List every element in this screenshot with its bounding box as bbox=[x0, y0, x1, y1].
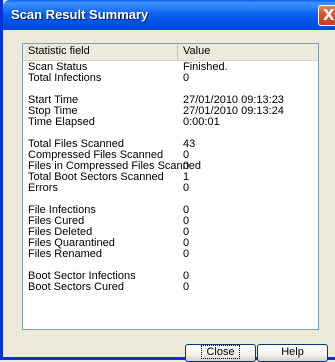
statistic-value: 0 bbox=[183, 72, 190, 84]
table-row[interactable]: Time Elapsed 0:00:01 bbox=[23, 117, 318, 128]
statistic-value: 0 bbox=[183, 281, 190, 293]
window-title: Scan Result Summary bbox=[11, 7, 149, 22]
statistic-value: 0:00:01 bbox=[183, 116, 220, 128]
statistic-field: Total Infections bbox=[28, 72, 102, 84]
statistic-field: Time Elapsed bbox=[28, 116, 95, 128]
statistic-field: Boot Sectors Cured bbox=[28, 281, 124, 293]
help-button[interactable]: Help bbox=[257, 344, 328, 362]
close-icon: X bbox=[323, 6, 335, 24]
table-row[interactable]: Files Renamed 0 bbox=[23, 249, 318, 260]
list-header: Statistic field Value bbox=[23, 44, 318, 61]
title-bar[interactable]: Scan Result Summary X bbox=[3, 0, 335, 30]
statistic-value: Finished. bbox=[183, 61, 228, 73]
window-close-button[interactable]: X bbox=[318, 5, 335, 26]
table-row[interactable]: Total Infections 0 bbox=[23, 73, 318, 84]
close-button[interactable]: Close bbox=[185, 344, 256, 362]
statistic-value: 0 bbox=[183, 248, 190, 260]
statistics-list[interactable]: Statistic field Value Scan Status Finishe… bbox=[22, 43, 319, 330]
column-header-value[interactable]: Value bbox=[178, 44, 318, 60]
statistic-field: Errors bbox=[28, 182, 58, 194]
statistic-value: 0 bbox=[183, 182, 190, 194]
statistic-field: Files Renamed bbox=[28, 248, 102, 260]
column-header-statistic[interactable]: Statistic field bbox=[23, 44, 178, 60]
list-rows: Scan Status Finished. Total Infections 0 Sta… bbox=[23, 62, 318, 293]
close-button-label: Close bbox=[201, 345, 240, 359]
table-row[interactable]: Errors 0 bbox=[23, 183, 318, 194]
scan-result-window: Scan Result Summary X Statistic field Va… bbox=[0, 0, 335, 362]
table-row[interactable]: Boot Sectors Cured 0 bbox=[23, 282, 318, 293]
table-row[interactable]: Total Boot Sectors Scanned 1 bbox=[23, 172, 318, 183]
help-button-label: Help bbox=[281, 346, 304, 358]
